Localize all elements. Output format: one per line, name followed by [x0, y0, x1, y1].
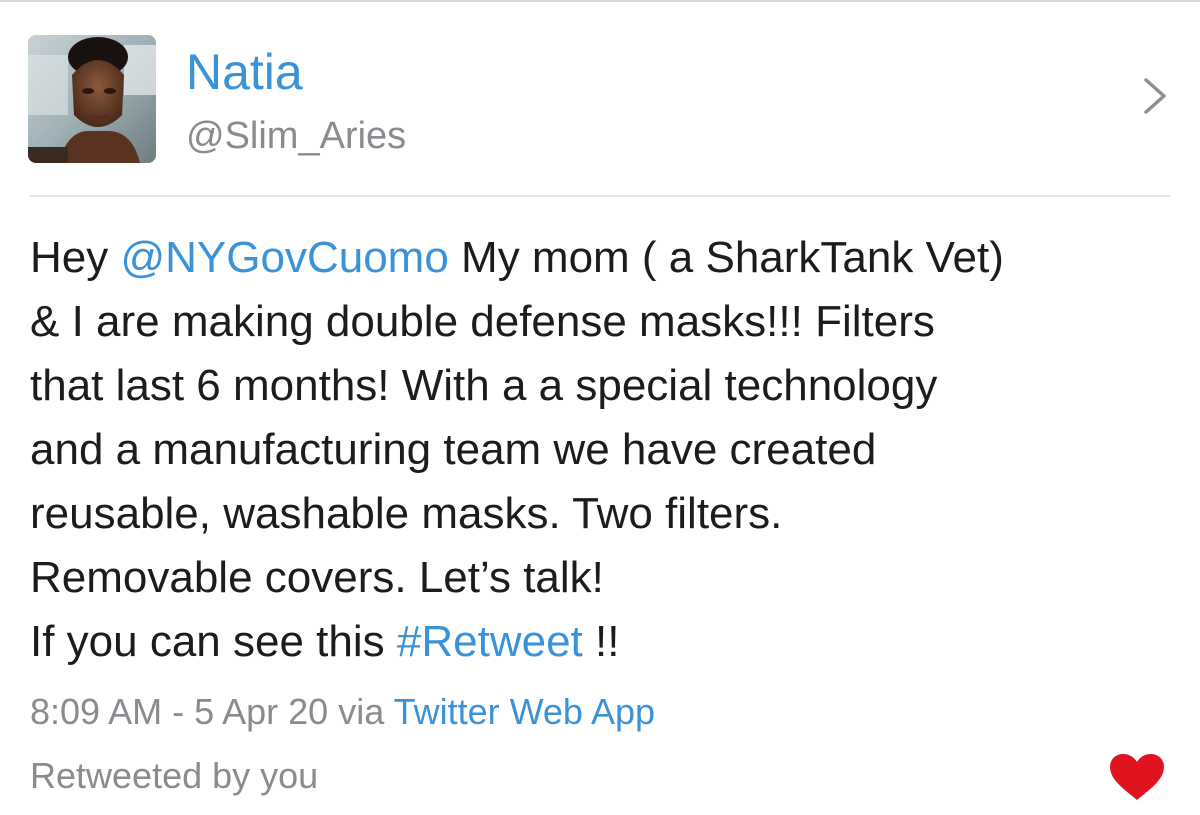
tweet-text-segment: that last 6 months! With a a special tec… — [30, 361, 938, 410]
tweet-line: that last 6 months! With a a special tec… — [30, 354, 1180, 418]
tweet-line: Hey @NYGovCuomo My mom ( a SharkTank Vet… — [30, 226, 1180, 290]
tweet-line: and a manufacturing team we have created — [30, 418, 1180, 482]
chevron-right-icon[interactable] — [1138, 76, 1174, 116]
header-divider — [30, 195, 1170, 197]
tweet-line: If you can see this #Retweet !! — [30, 610, 1180, 674]
tweet-text: Hey @NYGovCuomo My mom ( a SharkTank Vet… — [30, 226, 1180, 674]
tweet-text-segment: and a manufacturing team we have created — [30, 425, 877, 474]
source-link[interactable]: Twitter Web App — [394, 691, 655, 732]
mention-link[interactable]: @NYGovCuomo — [120, 233, 448, 282]
retweeted-status: Retweeted by you — [30, 755, 319, 796]
heart-icon[interactable] — [1108, 752, 1166, 802]
via-label: via — [328, 691, 394, 732]
hashtag-link[interactable]: #Retweet — [397, 617, 583, 666]
tweet-text-segment: reusable, washable masks. Two filters. — [30, 489, 783, 538]
avatar-image — [28, 35, 156, 163]
tweet-text-segment: If you can see this — [30, 617, 397, 666]
tweet-text-segment: & I are making double defense masks!!! F… — [30, 297, 935, 346]
tweet-header[interactable]: Natia @Slim_Aries — [0, 0, 1200, 196]
tweet-line: & I are making double defense masks!!! F… — [30, 290, 1180, 354]
timestamp: 8:09 AM - 5 Apr 20 — [30, 691, 329, 732]
tweet-line: reusable, washable masks. Two filters. — [30, 482, 1180, 546]
user-handle: @Slim_Aries — [186, 115, 407, 157]
tweet-text-segment: Hey — [30, 233, 121, 282]
tweet-meta: 8:09 AM - 5 Apr 20 via Twitter Web App — [30, 688, 655, 736]
display-name[interactable]: Natia — [186, 42, 303, 102]
avatar[interactable] — [28, 35, 156, 163]
tweet-text-segment: Removable covers. Let’s talk! — [30, 553, 604, 602]
tweet-text-segment: !! — [582, 617, 620, 666]
tweet-text-segment: My mom ( a SharkTank Vet) — [448, 233, 1004, 282]
tweet-line: Removable covers. Let’s talk! — [30, 546, 1180, 610]
